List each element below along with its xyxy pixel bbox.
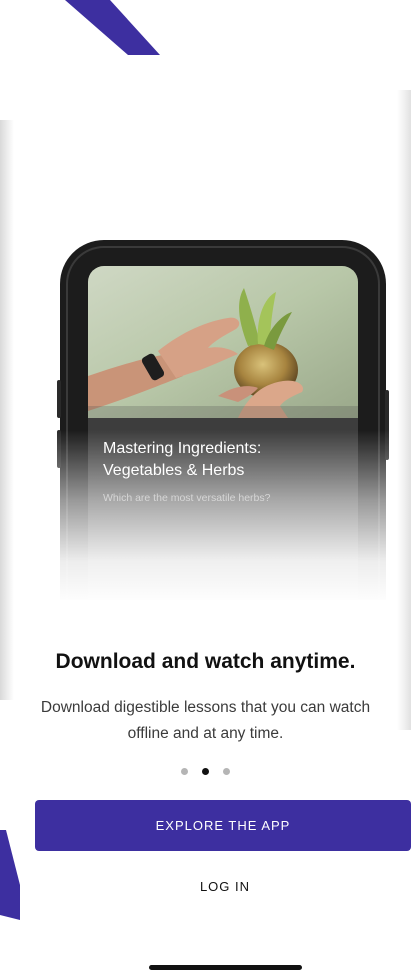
lesson-title-line-1: Mastering Ingredients: — [103, 440, 262, 457]
onboarding-subtext: Download digestible lessons that you can… — [40, 699, 371, 742]
lesson-title-line-2: Vegetables & Herbs — [103, 462, 245, 479]
onboarding-screen: Mastering Ingredients: Vegetables & Herb… — [0, 0, 411, 975]
left-edge-shadow — [0, 120, 14, 700]
right-edge-shadow — [397, 90, 411, 730]
lesson-info: Mastering Ingredients: Vegetables & Herb… — [103, 438, 343, 506]
phone-screen: Mastering Ingredients: Vegetables & Herb… — [88, 266, 358, 600]
page-indicator — [0, 768, 411, 775]
phone-power-button — [385, 390, 389, 460]
phone-volume-down — [57, 430, 61, 468]
phone-mockup: Mastering Ingredients: Vegetables & Herb… — [50, 240, 396, 605]
page-dot-2-active[interactable] — [202, 768, 209, 775]
lesson-description: Which are the most versatile herbs? — [103, 492, 271, 504]
decorative-stripe-bottom — [0, 830, 20, 920]
home-indicator[interactable] — [149, 965, 302, 970]
log-in-button[interactable]: LOG IN — [100, 870, 350, 902]
explore-app-button[interactable]: EXPLORE THE APP — [35, 800, 411, 851]
page-dot-1[interactable] — [181, 768, 188, 775]
page-dot-3[interactable] — [223, 768, 230, 775]
lesson-video-thumbnail — [88, 266, 358, 418]
phone-volume-up — [57, 380, 61, 418]
decorative-stripe-top — [65, 0, 160, 55]
onboarding-headline: Download and watch anytime. — [55, 650, 356, 673]
